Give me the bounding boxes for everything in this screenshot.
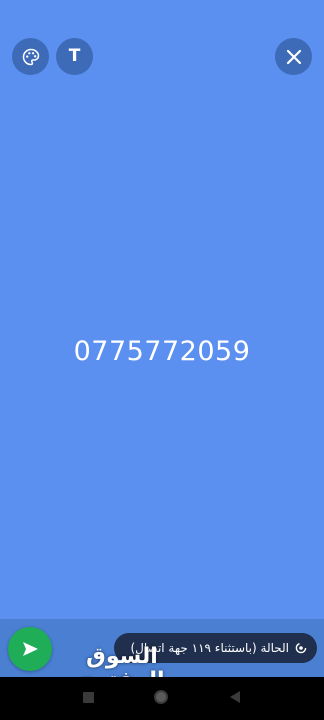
privacy-icon — [295, 642, 307, 654]
status-text[interactable]: 0775772059 — [0, 336, 324, 367]
close-button[interactable] — [275, 38, 312, 75]
send-button[interactable] — [8, 627, 52, 671]
send-icon — [23, 642, 38, 656]
back-icon[interactable] — [229, 690, 241, 704]
text-style-button[interactable]: T — [56, 38, 93, 75]
privacy-selector[interactable]: الحالة (باستثناء ١١٩ جهة اتصال) — [114, 633, 317, 663]
palette-button[interactable] — [12, 38, 49, 75]
close-icon — [286, 49, 301, 64]
status-composer-screen: T 0775772059 الحالة (باستثناء ١١٩ جهة ات… — [0, 0, 324, 720]
home-icon[interactable] — [154, 690, 168, 704]
recents-icon[interactable] — [83, 692, 94, 703]
privacy-label: الحالة (باستثناء ١١٩ جهة اتصال) — [130, 641, 289, 655]
text-style-label: T — [68, 46, 81, 66]
palette-icon — [22, 48, 39, 65]
